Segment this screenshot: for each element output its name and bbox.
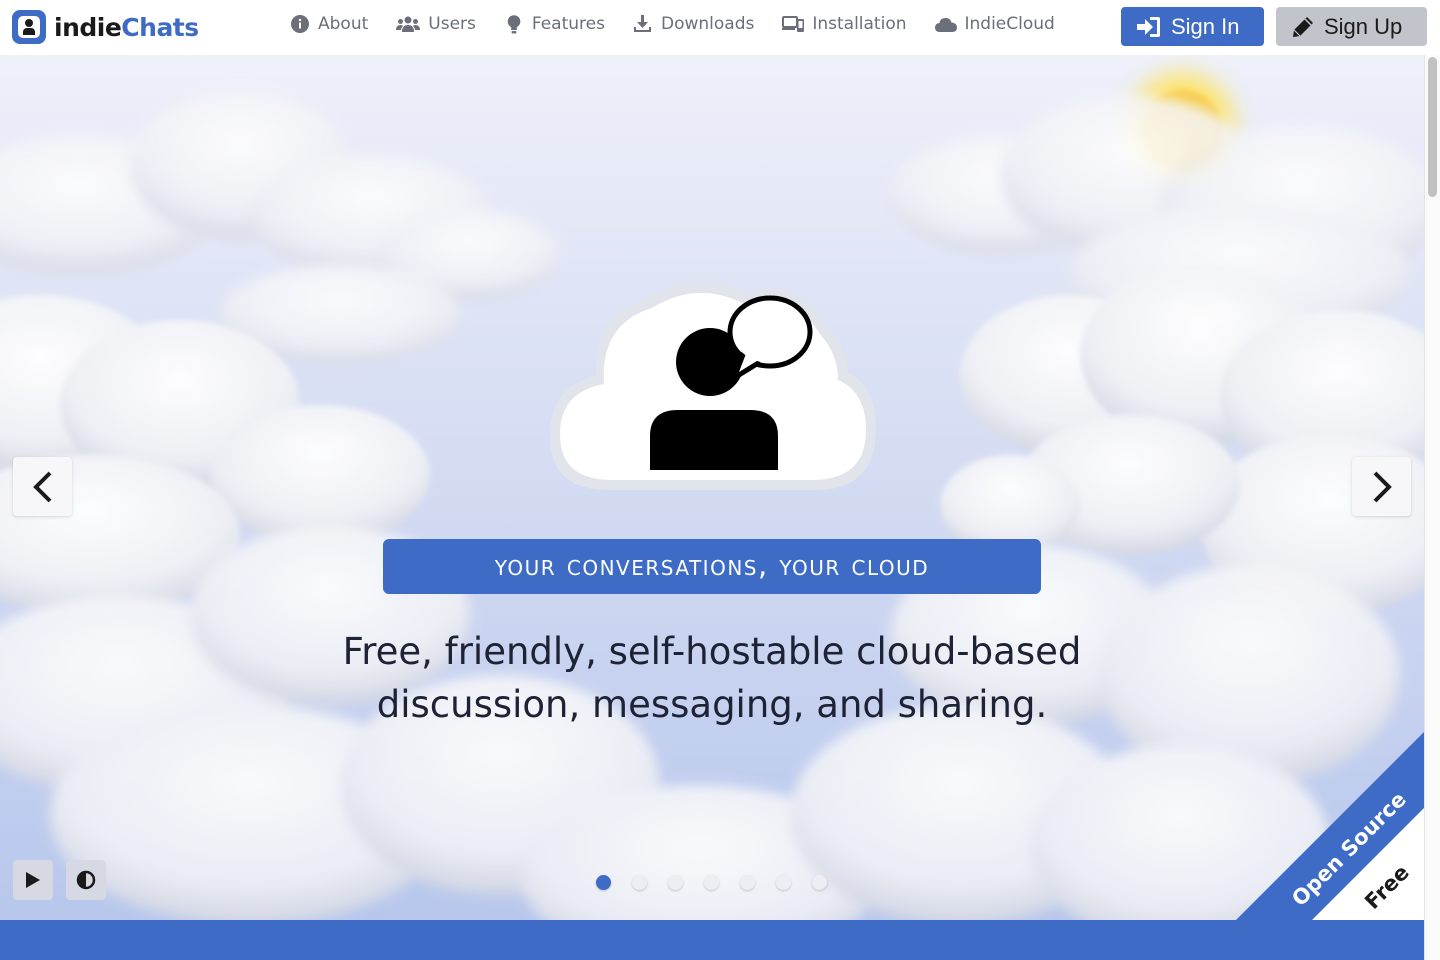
nav-label: Downloads (660, 14, 755, 34)
nav-item-about[interactable]: About (290, 14, 368, 34)
carousel-play-button[interactable] (13, 860, 53, 900)
nav-item-indiecloud[interactable]: IndieCloud (934, 14, 1055, 34)
page-scrollbar[interactable] (1424, 55, 1440, 960)
contrast-toggle-button[interactable] (66, 860, 106, 900)
carousel-dot[interactable] (632, 875, 647, 890)
hero-tagline: Your conversations, your cloud (383, 539, 1041, 594)
nav-item-downloads[interactable]: Downloads (633, 14, 754, 34)
chevron-left-icon (32, 471, 51, 502)
carousel-next-button[interactable] (1352, 457, 1411, 516)
site-header: indieChats About Users Features Download… (0, 0, 1440, 55)
nav-label: Features (531, 14, 605, 34)
carousel-prev-button[interactable] (13, 457, 72, 516)
nav-label: About (318, 14, 369, 34)
hero-subtitle-line2: discussion, messaging, and sharing. (376, 683, 1048, 726)
cloud-icon (934, 14, 957, 34)
hero-subtitle: Free, friendly, self-hostable cloud-base… (262, 625, 1162, 731)
info-circle-icon (290, 14, 310, 34)
carousel-dot[interactable] (668, 875, 683, 890)
open-source-ribbon[interactable]: Open Source Free (1236, 732, 1424, 920)
nav-item-features[interactable]: Features (504, 14, 605, 34)
carousel-dot[interactable] (740, 875, 755, 890)
carousel-dot[interactable] (812, 875, 827, 890)
devices-icon (782, 14, 805, 34)
brand-name: indieChats (54, 12, 199, 42)
carousel-dot[interactable] (596, 875, 611, 890)
sign-in-icon (1137, 16, 1161, 38)
brand-logo[interactable]: indieChats (12, 8, 199, 46)
section-band (0, 920, 1424, 960)
nav-label: IndieCloud (964, 14, 1055, 34)
users-icon (396, 14, 421, 34)
nav-item-users[interactable]: Users (396, 14, 476, 34)
hero-subtitle-line1: Free, friendly, self-hostable cloud-base… (342, 630, 1082, 673)
carousel-indicators (596, 875, 848, 890)
hero-carousel: Your conversations, your cloud Free, fri… (0, 55, 1424, 920)
sign-in-label: Sign In (1171, 13, 1240, 39)
carousel-dot[interactable] (704, 875, 719, 890)
pencil-icon (1292, 16, 1314, 38)
play-icon (26, 872, 40, 888)
lightbulb-icon (504, 14, 524, 34)
main-nav: About Users Features Downloads Installat… (290, 14, 1083, 34)
scrollbar-thumb[interactable] (1428, 57, 1437, 197)
sign-up-label: Sign Up (1324, 13, 1403, 39)
nav-label: Installation (812, 14, 907, 34)
chat-cloud-illustration (550, 281, 876, 490)
sign-up-button[interactable]: Sign Up (1276, 7, 1427, 46)
chevron-right-icon (1373, 471, 1392, 502)
carousel-dot[interactable] (776, 875, 791, 890)
nav-item-installation[interactable]: Installation (782, 14, 907, 34)
download-icon (633, 14, 653, 34)
contrast-icon (76, 870, 96, 890)
sign-in-button[interactable]: Sign In (1121, 7, 1264, 46)
logo-icon (12, 10, 46, 44)
nav-label: Users (428, 14, 476, 34)
